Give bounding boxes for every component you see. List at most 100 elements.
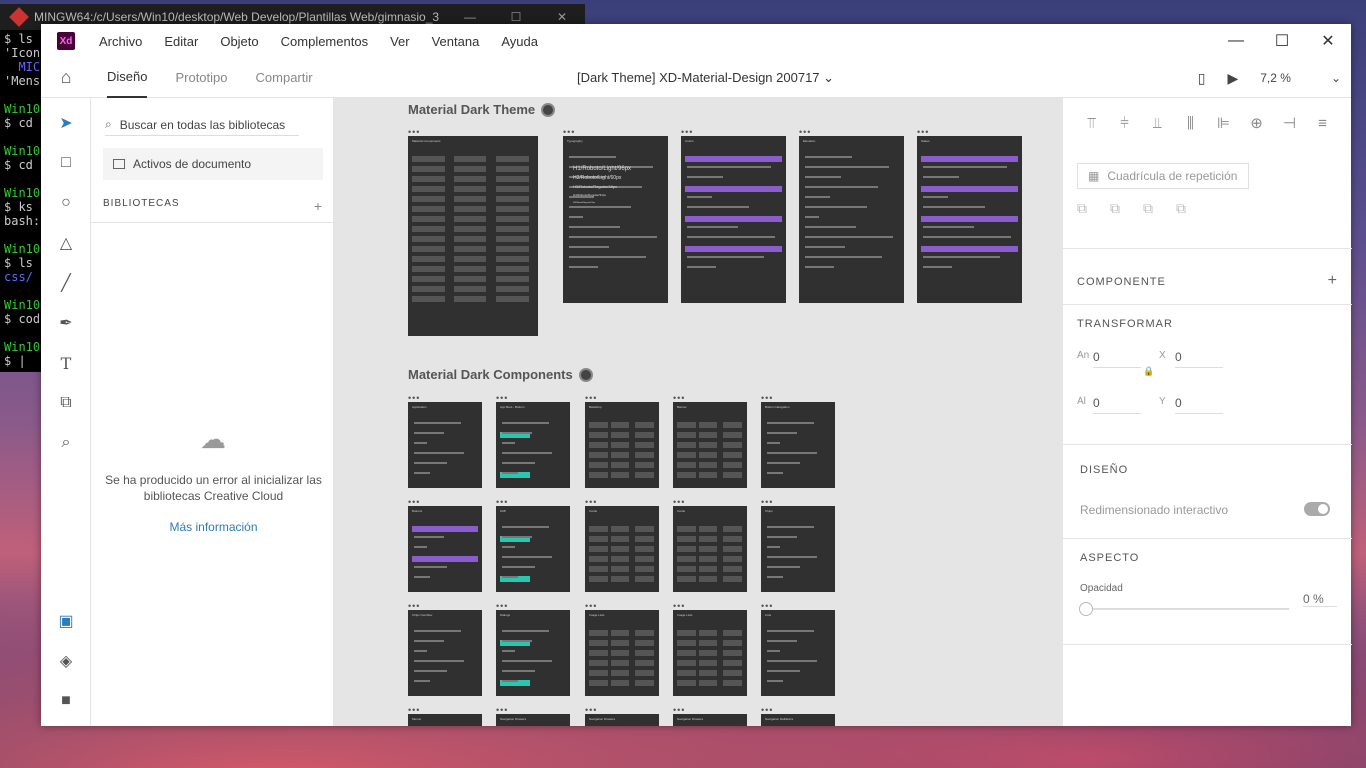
tile [589, 422, 608, 428]
text-tool-icon[interactable]: T [41, 348, 91, 378]
add-component-icon[interactable]: + [1328, 272, 1337, 290]
artboard-component[interactable]: ••• Navigation Drawers [496, 705, 570, 726]
artboard-component[interactable]: ••• Chips Overflow [408, 601, 482, 696]
group-title-dark-theme[interactable]: Material Dark Theme [408, 102, 556, 117]
menu-editar[interactable]: Editar [164, 34, 198, 49]
polygon-tool-icon[interactable]: △ [41, 228, 91, 258]
artboard-component[interactable]: ••• Backdrop [585, 393, 659, 488]
library-search[interactable]: ⌕ Buscar en todas las bibliotecas [105, 114, 299, 136]
artboard-states[interactable]: ••• States [917, 127, 1022, 303]
menu-complementos[interactable]: Complementos [281, 34, 368, 49]
height-field[interactable]: 0 [1093, 396, 1141, 414]
document-assets-item[interactable]: Activos de documento [103, 148, 323, 180]
group-title-dark-components[interactable]: Material Dark Components [408, 367, 593, 382]
artboard-component[interactable]: ••• Banner [673, 393, 747, 488]
terminal-close-button[interactable]: ✕ [539, 10, 585, 24]
minimize-button[interactable]: — [1213, 24, 1259, 58]
artboard-component[interactable]: ••• Image Lists [673, 601, 747, 696]
close-button[interactable]: ✕ [1305, 24, 1351, 58]
repeat-grid-button[interactable]: ▦ Cuadrícula de repetición [1077, 163, 1249, 189]
tile [635, 526, 654, 532]
opacity-slider-track[interactable] [1081, 608, 1289, 610]
align-right-icon[interactable]: ⊣ [1273, 114, 1306, 132]
select-tool-icon[interactable]: ➤ [41, 108, 91, 138]
boolean-subtract-icon[interactable]: ⧉ [1110, 200, 1143, 217]
lock-aspect-icon[interactable]: 🔒 [1143, 366, 1154, 377]
more-info-link[interactable]: Más información [101, 520, 326, 534]
design-canvas[interactable]: Material Dark Theme Material Dark Compon… [334, 98, 1062, 726]
artboard-elevation[interactable]: ••• Elevation [799, 127, 904, 303]
align-middle-icon[interactable]: ⫩ [1108, 115, 1141, 132]
artboard-component[interactable]: ••• Application [408, 393, 482, 488]
artboard-component[interactable]: ••• Buttons [408, 497, 482, 592]
libraries-icon[interactable]: ▣ [41, 606, 91, 636]
artboard-component[interactable]: ••• Image Lists [585, 601, 659, 696]
tile [610, 630, 630, 636]
plugins-icon[interactable]: ■ [41, 686, 91, 716]
layers-icon[interactable]: ◈ [41, 646, 91, 676]
terminal-minimize-button[interactable]: — [447, 10, 493, 24]
terminal-maximize-button[interactable]: ☐ [493, 10, 539, 24]
artboard-tool-icon[interactable]: ⧉ [41, 388, 91, 418]
width-field[interactable]: 0 [1093, 350, 1141, 368]
tile [635, 472, 654, 478]
tab-compartir[interactable]: Compartir [256, 58, 313, 98]
align-center-icon[interactable]: ⊕ [1240, 114, 1273, 132]
artboard-component[interactable]: ••• Cards [585, 497, 659, 592]
menu-ver[interactable]: Ver [390, 34, 410, 49]
ellipse-tool-icon[interactable]: ○ [41, 188, 91, 218]
add-library-icon[interactable]: + [314, 198, 323, 214]
artboard-component[interactable]: ••• Bottom Navigation [761, 393, 835, 488]
artboard-component[interactable]: ••• Menus [408, 705, 482, 726]
menu-archivo[interactable]: Archivo [99, 34, 142, 49]
x-field[interactable]: 0 [1175, 350, 1223, 368]
artboard-component[interactable]: ••• Navigation Drawers [585, 705, 659, 726]
home-icon[interactable]: ⌂ [41, 67, 91, 88]
artboard-component[interactable]: ••• Navigation Rail/Extra [761, 705, 835, 726]
document-title[interactable]: [Dark Theme] XD-Material-Design 200717 ⌄ [577, 70, 834, 86]
artboard-component[interactable]: ••• Navigation Drawers [673, 705, 747, 726]
distribute-vertical-icon[interactable]: ⫼ [1174, 115, 1207, 132]
menu-ventana[interactable]: Ventana [432, 34, 480, 49]
artboard-component[interactable]: ••• Chips [761, 497, 835, 592]
artboard-component[interactable]: ••• Cards [673, 497, 747, 592]
artboard-component[interactable]: ••• Lists [761, 601, 835, 696]
boolean-intersect-icon[interactable]: ⧉ [1143, 200, 1176, 217]
pen-tool-icon[interactable]: ✒ [41, 308, 91, 338]
menu-objeto[interactable]: Objeto [220, 34, 258, 49]
opacity-slider-knob[interactable] [1079, 602, 1093, 616]
responsive-resize-toggle[interactable] [1304, 502, 1330, 516]
mobile-preview-icon[interactable]: ▯ [1198, 70, 1206, 87]
artboard-colors[interactable]: ••• Colors [681, 127, 786, 303]
zoom-level[interactable]: 7,2 % [1260, 71, 1291, 85]
text-line [502, 422, 549, 424]
search-input[interactable]: Buscar en todas las bibliotecas [120, 118, 285, 132]
tab-prototipo[interactable]: Prototipo [175, 58, 227, 98]
boolean-add-icon[interactable]: ⧉ [1077, 200, 1110, 217]
tile [698, 640, 718, 646]
artboard-component[interactable]: ••• FAB [496, 497, 570, 592]
zoom-tool-icon[interactable]: ⌕ [41, 428, 91, 458]
artboard-material-components[interactable]: ••• Material Components [408, 127, 538, 336]
artboard-typography[interactable]: ••• Typography H1/Roboto/Light/96px H2/Robo… [563, 127, 668, 303]
y-field[interactable]: 0 [1175, 396, 1223, 414]
maximize-button[interactable]: ☐ [1259, 24, 1305, 58]
align-bottom-icon[interactable]: ⫫ [1141, 115, 1174, 132]
artboard-component[interactable]: ••• Dialogs [496, 601, 570, 696]
opacity-field[interactable]: 0 % [1303, 592, 1337, 607]
line-tool-icon[interactable]: ╱ [41, 268, 91, 298]
artboard-component[interactable]: ••• App Bars - Bottom [496, 393, 570, 488]
align-top-icon[interactable]: ⫪ [1075, 115, 1108, 132]
zoom-chevron-icon[interactable]: ⌄ [1331, 71, 1341, 85]
align-left-icon[interactable]: ⊫ [1207, 114, 1240, 132]
tile [412, 216, 445, 222]
distribute-horizontal-icon[interactable]: ≡ [1306, 115, 1339, 132]
section-divider [1063, 444, 1352, 445]
menu-ayuda[interactable]: Ayuda [501, 34, 538, 49]
boolean-exclude-icon[interactable]: ⧉ [1176, 200, 1209, 217]
artboard-menu-dots: ••• [408, 393, 421, 403]
rectangle-tool-icon[interactable]: □ [41, 148, 91, 178]
tile [589, 546, 608, 552]
play-icon[interactable]: ▶ [1227, 70, 1238, 87]
tab-diseno[interactable]: Diseño [107, 58, 148, 98]
